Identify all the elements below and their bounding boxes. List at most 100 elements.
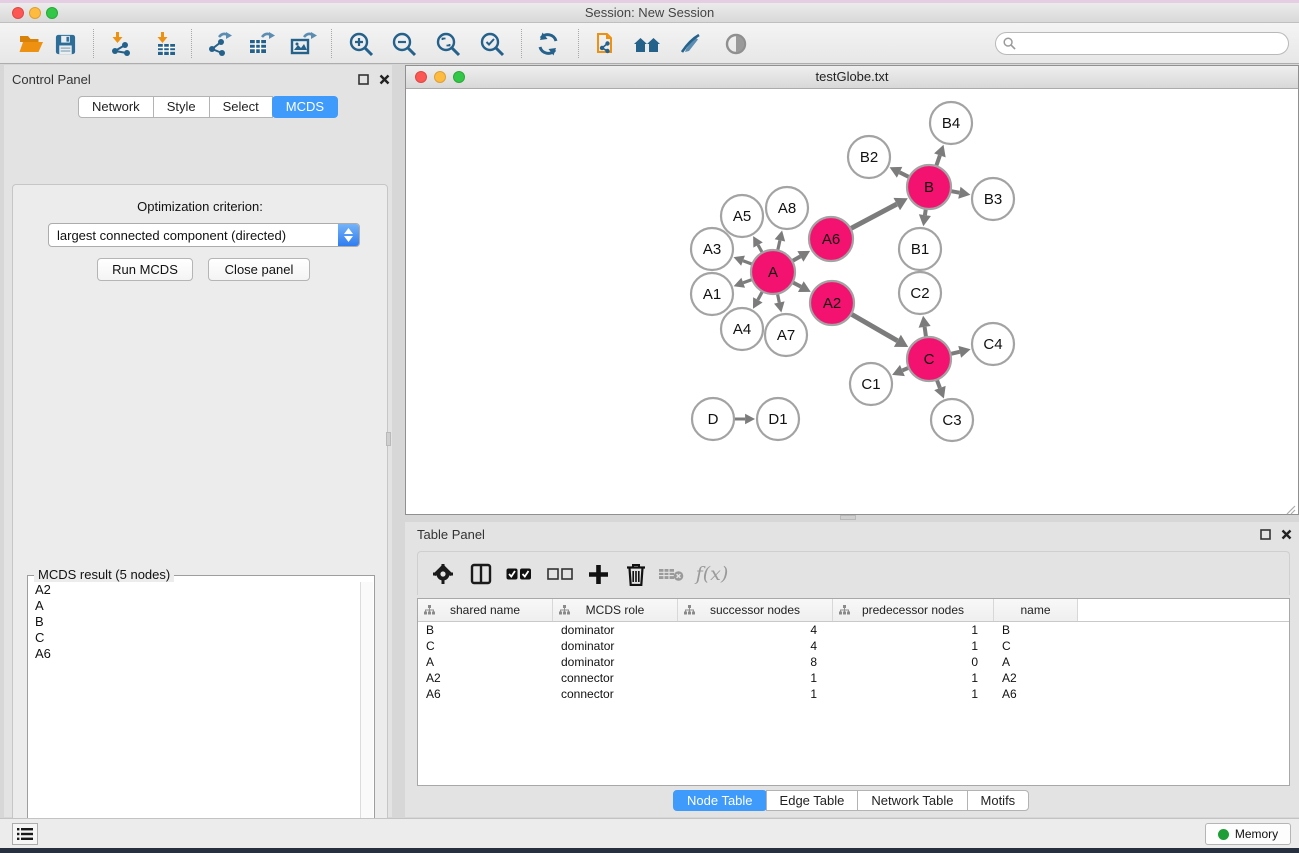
network-graph-canvas[interactable]: AA1A2A3A4A5A6A7A8BB1B2B3B4CC1C2C3C4DD1 [407,90,1298,515]
memory-button[interactable]: Memory [1205,823,1291,845]
search-input[interactable] [1020,37,1288,51]
node-table[interactable]: shared nameMCDS rolesuccessor nodesprede… [417,598,1290,786]
tab-node-table[interactable]: Node Table [673,790,767,811]
graph-arrowhead [775,230,786,241]
graph-edge-B-B2[interactable] [900,172,910,177]
import-table-icon[interactable] [148,27,184,61]
graph-arrowhead [958,346,970,358]
graph-node-label: A2 [823,295,841,312]
close-window-button[interactable] [12,7,24,19]
graphics-details-icon[interactable] [718,27,754,61]
app-titlebar: Session: New Session [0,3,1299,23]
table-cell: 1 [833,639,994,653]
split-pane-gripper[interactable] [840,515,856,520]
table-row[interactable]: Bdominator41B [418,622,1289,638]
export-table-icon[interactable] [243,27,279,61]
node-table-body: Bdominator41BCdominator41CAdominator80AA… [418,622,1289,702]
panel-resize-gripper[interactable] [386,432,391,446]
table-row[interactable]: Cdominator41C [418,638,1289,654]
graph-edge-B-B3[interactable] [951,191,960,193]
float-panel-icon[interactable] [356,72,370,86]
table-row[interactable]: A6connector11A6 [418,686,1289,702]
tab-select[interactable]: Select [209,96,273,118]
function-builder-icon[interactable]: f(x) [690,557,734,591]
result-scrollbar[interactable] [360,582,373,853]
table-cell: A6 [994,687,1078,701]
graph-edge-C-C4[interactable] [950,352,959,354]
graph-edge-B-B4[interactable] [936,155,940,166]
graph-edge-A2-C[interactable] [851,314,897,341]
graph-edge-A-A8[interactable] [778,240,780,250]
graph-edge-A6-B[interactable] [850,204,896,229]
tab-style[interactable]: Style [153,96,210,118]
column-header-mcds-role[interactable]: MCDS role [553,599,678,621]
apply-preferred-layout-icon[interactable] [530,27,566,61]
column-header-predecessor-nodes[interactable]: predecessor nodes [833,599,994,621]
graph-edge-A-A3[interactable] [743,261,752,265]
select-all-icon[interactable] [502,557,536,591]
column-header-name[interactable]: name [994,599,1078,621]
add-row-icon[interactable] [581,557,615,591]
run-mcds-button[interactable]: Run MCDS [97,258,193,281]
network-window-title: testGlobe.txt [406,66,1298,88]
result-item[interactable]: A6 [29,646,361,662]
result-item[interactable]: A [29,598,361,614]
graph-edge-A-A7[interactable] [777,294,779,303]
hide-annotations-icon[interactable] [672,27,708,61]
zoom-selected-icon[interactable] [474,27,510,61]
minimize-window-button[interactable] [29,7,41,19]
save-session-icon[interactable] [47,27,83,61]
result-item[interactable]: C [29,630,361,646]
tab-edge-table[interactable]: Edge Table [766,790,859,811]
column-header-successor-nodes[interactable]: successor nodes [678,599,833,621]
graph-edge-A-A4[interactable] [758,291,763,300]
graph-edge-A-A1[interactable] [743,279,752,282]
duplicate-network-icon[interactable] [589,27,625,61]
export-network-icon[interactable] [201,27,237,61]
network-zoom-button[interactable] [453,71,465,83]
result-item[interactable]: A2 [29,582,361,598]
window-resize-grip[interactable] [1286,502,1296,512]
result-item[interactable]: B [29,614,361,630]
first-neighbors-icon[interactable] [629,27,665,61]
search-field[interactable] [995,32,1289,55]
import-network-icon[interactable] [103,27,139,61]
criterion-dropdown[interactable]: largest connected component (directed) [48,223,360,247]
column-visibility-icon[interactable] [464,557,498,591]
zoom-window-button[interactable] [46,7,58,19]
zoom-in-icon[interactable] [343,27,379,61]
tab-motifs[interactable]: Motifs [967,790,1030,811]
zoom-out-icon[interactable] [386,27,422,61]
delete-table-icon[interactable] [654,557,688,591]
graph-edge-A-A2[interactable] [792,282,800,286]
graph-edge-C-C3[interactable] [937,380,940,388]
export-image-icon[interactable] [285,27,321,61]
control-panel-title: Control Panel [12,72,91,87]
graph-edge-A-A5[interactable] [758,245,762,253]
tab-network-table[interactable]: Network Table [857,790,967,811]
close-panel-button[interactable]: Close panel [208,258,310,281]
task-history-button[interactable] [12,823,38,845]
column-header-shared-name[interactable]: shared name [418,599,553,621]
close-panel-icon[interactable] [377,72,391,86]
table-cell: 1 [678,671,833,685]
zoom-fit-content-icon[interactable] [430,27,466,61]
float-table-panel-icon[interactable] [1258,527,1272,541]
table-row[interactable]: Adominator80A [418,654,1289,670]
table-row[interactable]: A2connector11A2 [418,670,1289,686]
open-session-icon[interactable] [13,27,49,61]
table-options-icon[interactable] [426,557,460,591]
close-table-panel-icon[interactable] [1279,527,1293,541]
tab-network[interactable]: Network [78,96,154,118]
tab-mcds[interactable]: MCDS [272,96,338,118]
delete-row-icon[interactable] [619,557,653,591]
control-panel-tabs: NetworkStyleSelectMCDS [78,96,338,118]
graph-edge-A-A6[interactable] [792,256,800,261]
table-cell: 1 [678,687,833,701]
network-close-button[interactable] [415,71,427,83]
mcds-result-list[interactable]: A2ABCA6 [29,582,361,853]
network-minimize-button[interactable] [434,71,446,83]
deselect-all-icon[interactable] [543,557,577,591]
mcds-tab-content: Optimization criterion: largest connecte… [12,184,388,853]
graph-edge-C-C2[interactable] [925,327,926,337]
